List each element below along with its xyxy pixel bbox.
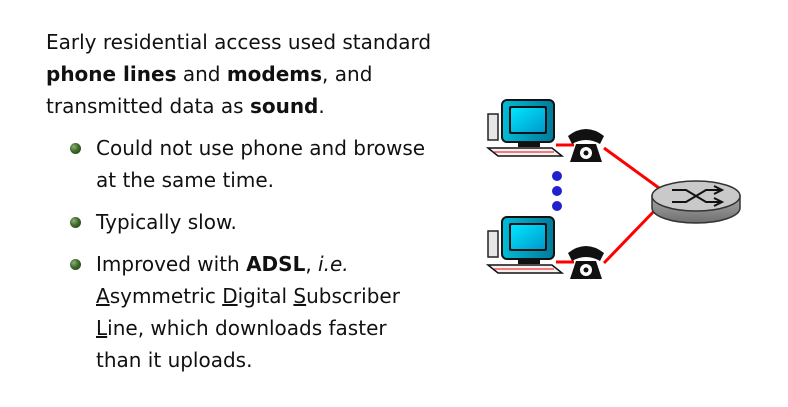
computer-icon <box>485 216 565 274</box>
network-diagram <box>485 99 741 279</box>
computer-icon <box>485 99 565 157</box>
link-bottom-to-router <box>602 204 661 265</box>
dots-icon <box>552 171 562 211</box>
router-icon <box>651 180 741 224</box>
link-top-to-router <box>603 146 660 190</box>
